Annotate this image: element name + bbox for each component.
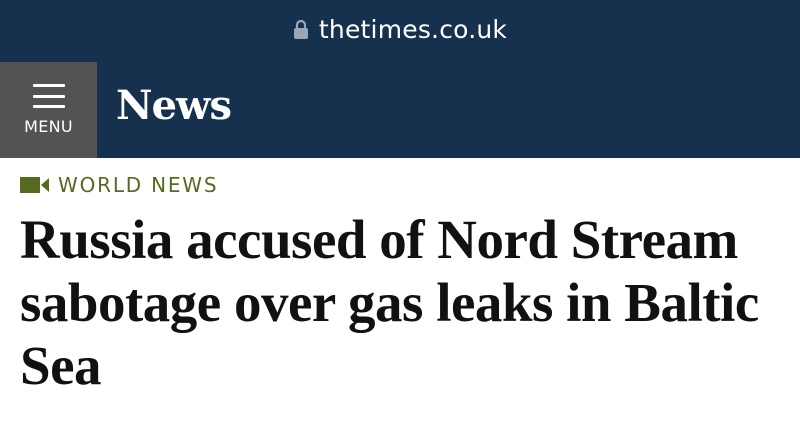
section-title[interactable]: News xyxy=(116,82,232,129)
category-label: WORLD NEWS xyxy=(58,173,219,197)
site-header: MENU News xyxy=(0,62,800,158)
category-link[interactable]: WORLD NEWS xyxy=(20,173,218,197)
menu-button[interactable]: MENU xyxy=(0,62,97,158)
hamburger-icon xyxy=(32,84,65,108)
address-bar[interactable]: thetimes.co.uk xyxy=(0,0,800,62)
article-headline: Russia accused of Nord Stream sabotage o… xyxy=(20,209,759,396)
url-text[interactable]: thetimes.co.uk xyxy=(319,15,507,44)
lock-icon xyxy=(293,19,309,39)
menu-label: MENU xyxy=(24,117,73,136)
video-icon xyxy=(20,176,50,194)
address-bar-content[interactable]: thetimes.co.uk xyxy=(293,15,507,44)
